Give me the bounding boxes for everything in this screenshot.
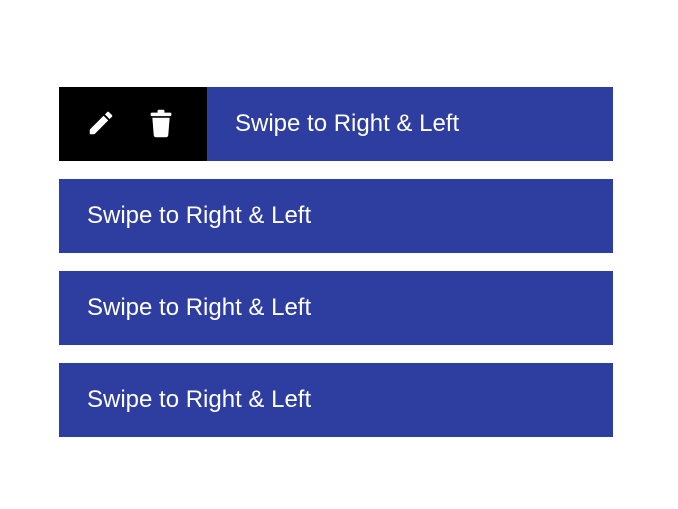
list-item-label: Swipe to Right & Left <box>87 294 312 321</box>
list-item[interactable]: Swipe to Right & Left <box>59 363 613 437</box>
list-item-content[interactable]: Swipe to Right & Left <box>59 271 613 345</box>
list-item-label: Swipe to Right & Left <box>235 110 460 137</box>
list-item-content[interactable]: Swipe to Right & Left <box>207 87 613 161</box>
delete-button[interactable] <box>143 105 179 141</box>
list-item[interactable]: Swipe to Right & Left <box>59 179 613 253</box>
trash-icon <box>150 109 172 138</box>
swipe-list: Swipe to Right & Left Swipe to Right & L… <box>59 87 613 437</box>
list-item-label: Swipe to Right & Left <box>87 202 312 229</box>
list-item-content[interactable]: Swipe to Right & Left <box>59 179 613 253</box>
pencil-icon <box>89 111 113 135</box>
list-item[interactable]: Swipe to Right & Left <box>59 87 613 161</box>
list-item-content[interactable]: Swipe to Right & Left <box>59 363 613 437</box>
list-item-label: Swipe to Right & Left <box>87 386 312 413</box>
list-item[interactable]: Swipe to Right & Left <box>59 271 613 345</box>
edit-button[interactable] <box>83 105 119 141</box>
swipe-actions <box>59 87 207 161</box>
